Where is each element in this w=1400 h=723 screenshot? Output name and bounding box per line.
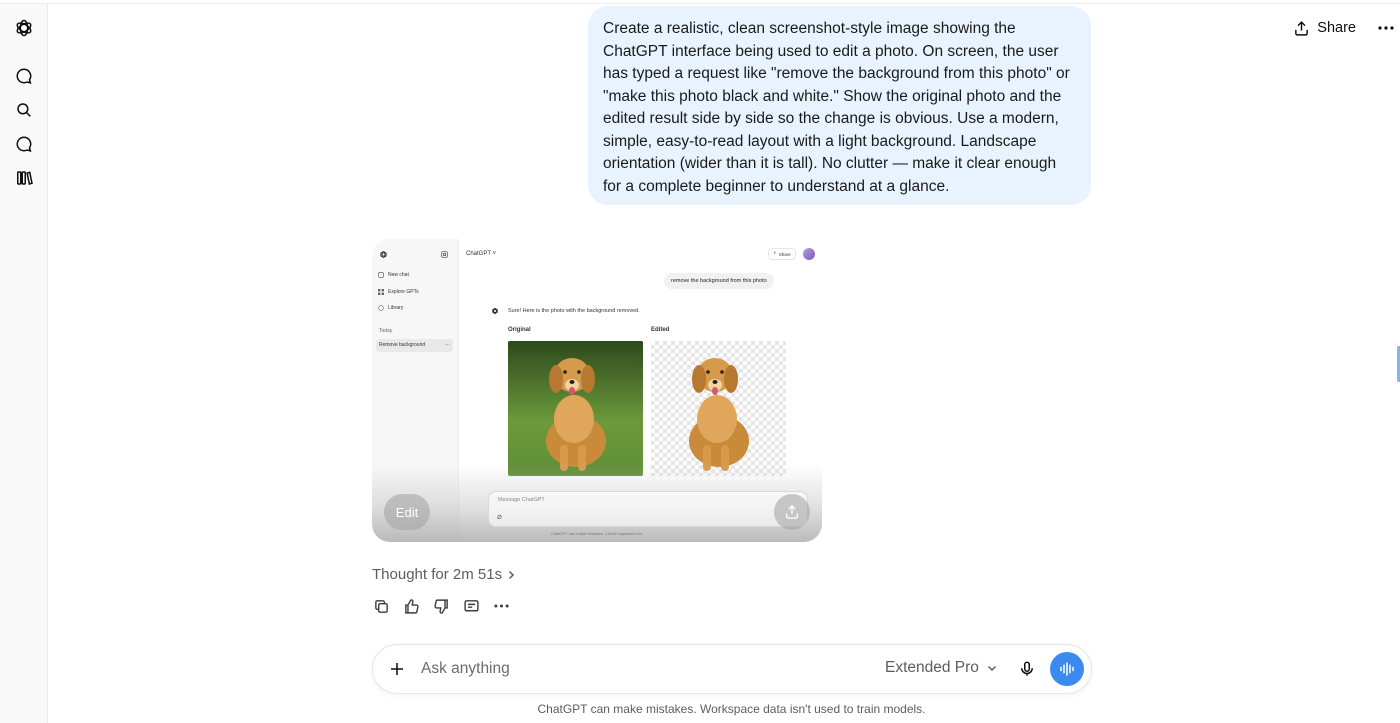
download-icon [786,505,798,519]
waveform-icon [1060,662,1074,676]
mini-share-icon: ⇡ [773,251,777,256]
mini-original-label: Original [508,327,531,333]
mini-assistant-icon [492,307,498,315]
mini-library: Library [378,305,403,311]
header-actions: Share [1293,16,1400,40]
plus-icon [391,663,403,675]
dictate-button[interactable] [1015,657,1039,681]
mini-user-request: remove the background from this photo [664,273,774,289]
more-icon [493,604,509,608]
chat-bubble-icon[interactable] [12,132,36,156]
comment-button[interactable] [462,596,480,616]
share-icon [1295,20,1309,36]
new-chat-icon[interactable] [12,64,36,88]
download-image-button[interactable] [774,494,810,530]
thought-toggle[interactable]: Thought for 2m 51s [372,566,516,583]
mini-grid-icon [378,289,384,295]
edit-image-button[interactable]: Edit [384,494,430,530]
prompt-input[interactable] [421,657,861,681]
user-message-text: Create a realistic, clean screenshot-sty… [603,20,1070,195]
copy-icon [374,599,388,613]
share-label: Share [1317,20,1356,36]
dog-cutout-image [689,358,749,471]
search-icon[interactable] [12,98,36,122]
mini-explore-gpts: Explore GPTs [378,289,419,295]
composer: Extended Pro [373,645,1091,693]
share-button[interactable]: Share [1293,20,1356,37]
mini-edit-icon [378,272,384,278]
mini-share: ⇡ Share [768,248,796,260]
add-attachment-button[interactable] [385,657,409,681]
more-horizontal-icon [1378,26,1394,30]
disclaimer: ChatGPT can make mistakes. Workspace dat… [537,702,926,716]
sidebar-rail [0,4,48,723]
mini-library-icon [378,305,384,311]
user-message-bubble: Create a realistic, clean screenshot-sty… [588,6,1091,205]
thought-label: Thought for 2m 51s [372,566,503,583]
more-options-button[interactable] [1374,16,1398,40]
mini-assistant-reply: Sure! Here is the photo with the backgro… [508,308,640,314]
mini-edited-label: Edited [651,327,670,333]
mini-attach-icon: ⌀ [497,512,502,521]
original-photo [508,341,643,476]
model-selector[interactable]: Extended Pro [885,659,997,677]
comment-icon [463,599,479,611]
mini-disclaimer: ChatGPT can make mistakes. Check importa… [551,531,643,536]
mini-section-today: Today [379,328,393,334]
mini-new-chat: New chat [378,272,409,278]
chevron-right-icon [509,570,515,579]
dog-image [546,358,606,471]
chevron-down-icon [987,665,996,672]
library-icon[interactable] [12,166,36,190]
mini-compose-icon [441,251,448,258]
mini-message-input: Message ChatGPT ⌀ [488,491,808,527]
voice-mode-button[interactable] [1050,652,1084,686]
thumbs-up-button[interactable] [402,596,420,616]
generated-image[interactable]: New chat Explore GPTs Library Today Remo… [372,239,822,542]
thumbs-down-button[interactable] [432,596,450,616]
copy-button[interactable] [372,596,390,616]
mini-avatar [803,248,815,260]
mini-title: ChatGPT ˅ [466,251,497,257]
thumbs-down-icon [433,598,448,614]
microphone-icon [1021,661,1033,676]
top-border [0,0,1400,4]
mini-selected-chat: Remove background ··· [376,339,453,352]
model-label: Extended Pro [885,659,979,676]
edited-photo [651,341,786,476]
more-actions-button[interactable] [492,596,510,616]
thumbs-up-icon [404,598,419,614]
mini-logo-icon [380,251,387,258]
message-actions [372,596,510,616]
openai-logo-icon[interactable] [12,16,36,40]
mini-more-icon: ··· [445,342,450,348]
